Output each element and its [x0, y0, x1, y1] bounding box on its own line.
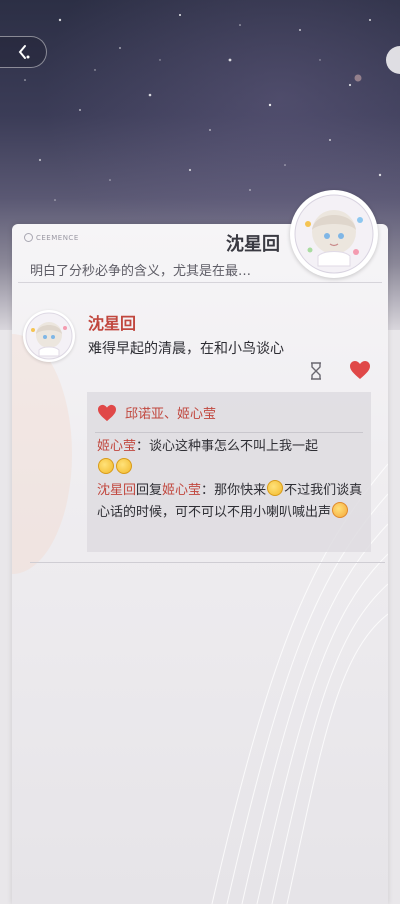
back-button[interactable] [0, 36, 47, 68]
post-author-avatar[interactable] [23, 310, 75, 362]
comment-author[interactable]: 姬心莹 [97, 439, 136, 454]
emoji-sticker-icon [116, 458, 132, 474]
comment-text-part1: 那你快来 [214, 483, 267, 498]
comment-section: 邱诺亚、姬心莹 姬心莹：谈心这种事怎么不叫上我一起 沈星回回复姬心莹：那你快来不… [87, 392, 371, 552]
comment-separator: ： [201, 483, 215, 498]
blush-emoji-icon [332, 502, 349, 518]
brand-label: CEEMENCE [36, 233, 79, 242]
chevron-left-icon [18, 45, 30, 59]
brand-logo: CEEMENCE [24, 233, 79, 242]
comment-item[interactable]: 姬心莹：谈心这种事怎么不叫上我一起 [97, 436, 363, 480]
post-divider [30, 562, 385, 563]
emoji-sticker-icon [267, 480, 284, 496]
hourglass-icon[interactable] [309, 362, 323, 384]
likes-row: 邱诺亚、姬心莹 [97, 403, 216, 422]
contact-signature: 明白了分秒必争的含义，尤其是在最… [30, 264, 252, 279]
reply-word: 回复 [136, 483, 163, 498]
post-content: 难得早起的清晨，在和小鸟谈心 [88, 341, 284, 357]
header-divider [18, 282, 382, 283]
character-portrait-icon [25, 312, 73, 360]
comment-item[interactable]: 沈星回回复姬心莹：那你快来 不过我们谈真心话的时候，可不可以不用小喇叭喊出声 [97, 480, 363, 524]
contact-name: 沈星回 [226, 234, 280, 255]
heart-icon [350, 361, 370, 379]
reply-target[interactable]: 姬心莹 [162, 483, 201, 498]
profile-avatar[interactable] [290, 190, 378, 278]
comment-author[interactable]: 沈星回 [97, 483, 136, 498]
brand-logo-icon [24, 233, 33, 242]
likes-names[interactable]: 邱诺亚、姬心莹 [125, 403, 216, 422]
heart-icon [98, 404, 116, 421]
character-portrait-icon [294, 194, 374, 274]
comment-divider [95, 432, 363, 433]
post-author-name[interactable]: 沈星回 [88, 310, 136, 334]
comment-separator: ： [136, 439, 150, 454]
emoji-sticker-icon [98, 458, 114, 474]
comment-text: 谈心这种事怎么不叫上我一起 [149, 439, 319, 454]
like-button[interactable] [349, 360, 371, 384]
